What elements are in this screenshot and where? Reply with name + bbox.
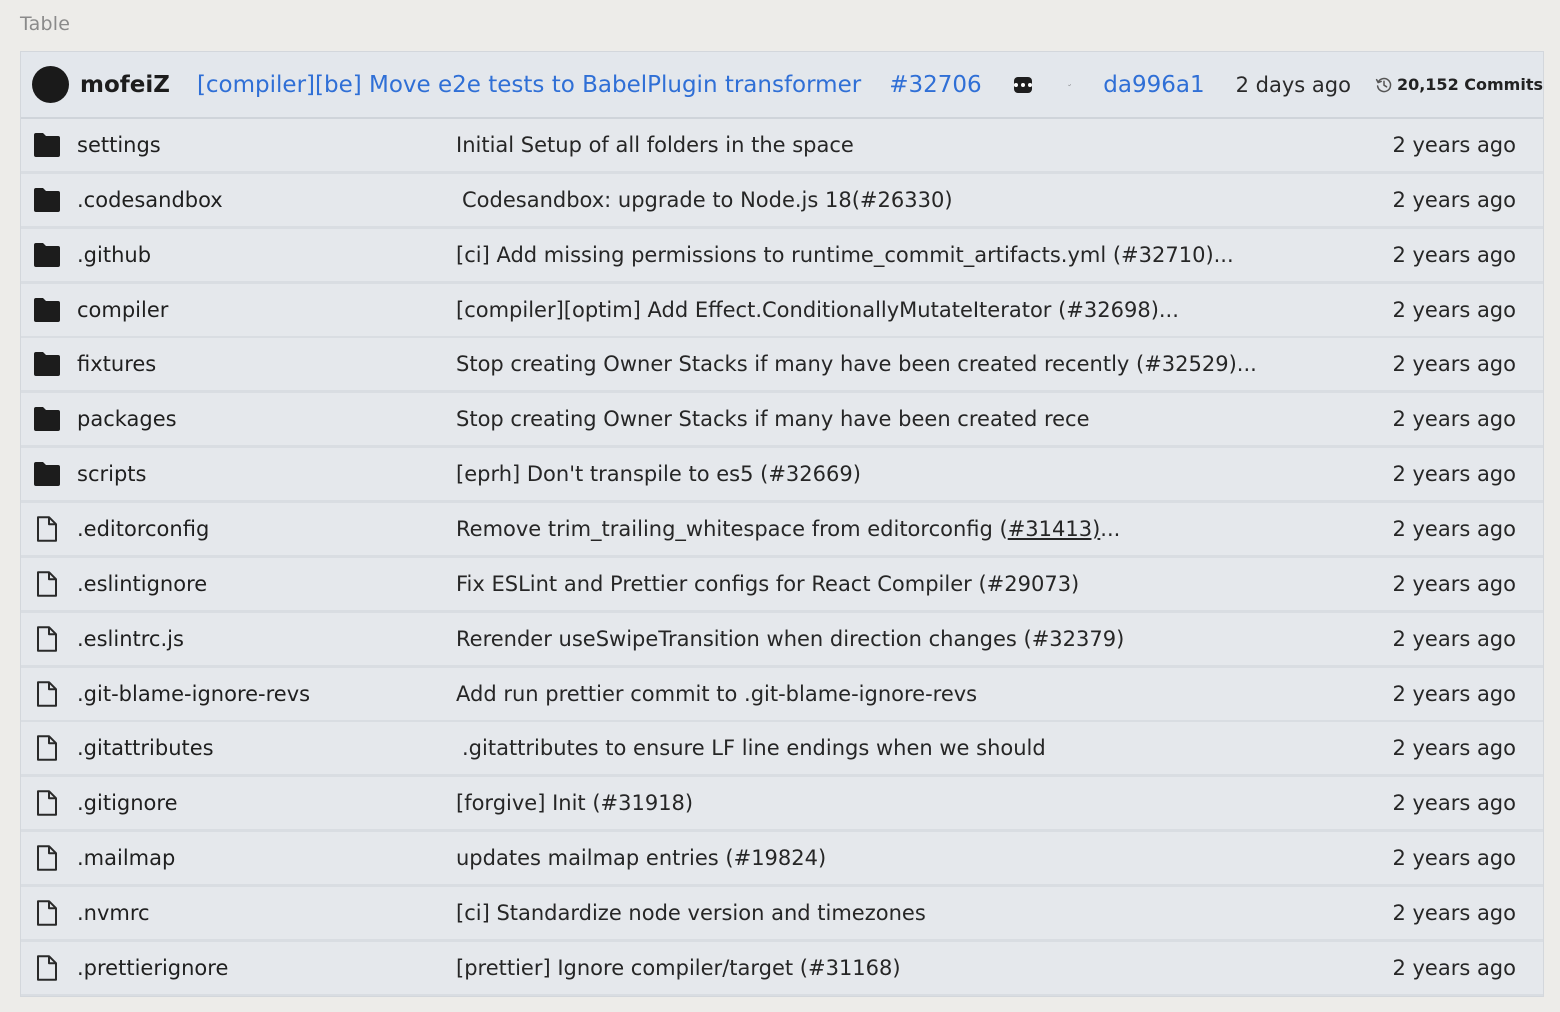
file-icon: [33, 516, 61, 542]
file-name-link[interactable]: .gitattributes: [77, 736, 214, 760]
commit-sha-link[interactable]: da996a1: [1103, 72, 1204, 98]
file-name-link[interactable]: .prettierignore: [77, 956, 228, 980]
file-rows: settings Initial Setup of all folders in …: [21, 119, 1543, 994]
commit-author[interactable]: mofeiZ: [80, 72, 170, 98]
table-row[interactable]: .nvmrc [ci] Standardize node version and …: [21, 887, 1543, 940]
table-row[interactable]: .gitignore [forgive] Init (#31918) 2 years…: [21, 777, 1543, 830]
commit-message-link[interactable]: Stop creating Owner Stacks if many have …: [456, 407, 1090, 431]
file-icon: [33, 900, 61, 926]
folder-icon: [33, 297, 61, 323]
commit-message-link[interactable]: Codesandbox: upgrade to Node.js 18(#2633…: [462, 188, 953, 212]
table-row[interactable]: .editorconfig Remove trim_trailing_whites…: [21, 503, 1543, 556]
file-icon: [33, 625, 61, 652]
commit-age: 2 years ago: [1392, 352, 1516, 377]
more-dots-icon[interactable]: [1013, 76, 1032, 93]
file-name-link[interactable]: .editorconfig: [77, 517, 209, 541]
commit-age: 2 years ago: [1392, 462, 1516, 487]
file-name-link[interactable]: .gitignore: [77, 791, 178, 815]
file-name-link[interactable]: .codesandbox: [77, 188, 223, 212]
commit-message-link[interactable]: [forgive] Init (#31918): [456, 791, 693, 815]
commit-message-link[interactable]: [compiler][optim] Add Effect.Conditional…: [456, 298, 1179, 322]
commit-age: 2 years ago: [1392, 242, 1516, 267]
file-icon: [33, 735, 61, 762]
file-name-link[interactable]: scripts: [77, 462, 146, 486]
commit-age: 2 years ago: [1392, 846, 1516, 871]
commit-message-link[interactable]: Add run prettier commit to .git-blame-ig…: [456, 682, 977, 706]
commit-age: 2 years ago: [1392, 681, 1516, 706]
commit-message-link[interactable]: .gitattributes to ensure LF line endings…: [462, 736, 1046, 760]
latest-commit-message[interactable]: [compiler][be] Move e2e tests to BabelPl…: [197, 72, 861, 98]
file-name-link[interactable]: settings: [77, 133, 161, 157]
folder-icon: [33, 351, 61, 377]
commit-age: 2 years ago: [1392, 791, 1516, 816]
section-label: Table: [20, 13, 71, 35]
table-row[interactable]: scripts [eprh] Don't transpile to es5 (#3…: [21, 448, 1543, 501]
commit-age: 2 years ago: [1392, 297, 1516, 322]
folder-icon: [33, 132, 61, 158]
avatar[interactable]: [32, 66, 69, 103]
file-icon: [33, 571, 61, 597]
latest-commit-header: mofeiZ [compiler][be] Move e2e tests to …: [21, 52, 1543, 119]
commit-age: 2 years ago: [1392, 517, 1516, 542]
table-row[interactable]: .github [ci] Add missing permissions to r…: [21, 228, 1543, 281]
file-name-link[interactable]: packages: [77, 407, 177, 431]
commit-age: 2 years ago: [1392, 407, 1516, 432]
commit-message-link[interactable]: Rerender useSwipeTransition when directi…: [456, 627, 1124, 651]
table-row[interactable]: packages Stop creating Owner Stacks if ma…: [21, 393, 1543, 446]
table-row[interactable]: .eslintrc.js Rerender useSwipeTransition …: [21, 612, 1543, 665]
pull-request-link[interactable]: #32706: [889, 72, 981, 98]
commit-message-text: Remove trim_trailing_whitespace from edi…: [456, 517, 1008, 542]
commits-count: 20,152 Commits: [1396, 75, 1543, 94]
file-name-link[interactable]: .eslintignore: [77, 572, 207, 596]
file-icon: [33, 845, 61, 871]
commit-message-link[interactable]: [prettier] Ignore compiler/target (#3116…: [456, 956, 901, 980]
commit-age: 2 years ago: [1392, 626, 1516, 651]
commit-age: 2 years ago: [1392, 901, 1516, 926]
table-row[interactable]: .eslintignore Fix ESLint and Prettier con…: [21, 557, 1543, 610]
pr-link[interactable]: #31413): [1008, 517, 1101, 541]
history-icon: [1375, 77, 1392, 92]
commits-history-link[interactable]: 20,152 Commits: [1375, 75, 1543, 94]
table-row[interactable]: compiler [compiler][optim] Add Effect.Con…: [21, 283, 1543, 336]
commit-age: 2 years ago: [1392, 955, 1516, 980]
folder-icon: [33, 187, 61, 213]
commit-message-link[interactable]: Stop creating Owner Stacks if many have …: [456, 352, 1257, 376]
file-name-link[interactable]: .mailmap: [77, 846, 175, 870]
folder-icon: [33, 406, 61, 432]
file-name-link[interactable]: fixtures: [77, 352, 156, 376]
commit-message-link[interactable]: Fix ESLint and Prettier configs for Reac…: [456, 572, 1079, 596]
commit-message-link[interactable]: [eprh] Don't transpile to es5 (#32669): [456, 462, 861, 486]
table-row[interactable]: .mailmap updates mailmap entries (#19824)…: [21, 832, 1543, 885]
table-row[interactable]: fixtures Stop creating Owner Stacks if ma…: [21, 338, 1543, 391]
commit-age: 2 years ago: [1392, 133, 1516, 157]
table-row[interactable]: .gitattributes .gitattributes to ensure L…: [21, 722, 1543, 775]
file-name-link[interactable]: .git-blame-ignore-revs: [77, 682, 310, 706]
commit-age: 2 years ago: [1392, 571, 1516, 596]
table-row[interactable]: .prettierignore [prettier] Ignore compile…: [21, 941, 1543, 994]
commit-message-link[interactable]: [ci] Add missing permissions to runtime_…: [456, 243, 1234, 267]
commit-age: 2 years ago: [1392, 736, 1516, 761]
file-table: mofeiZ [compiler][be] Move e2e tests to …: [20, 51, 1544, 997]
commit-message-link[interactable]: updates mailmap entries (#19824): [456, 846, 826, 870]
file-name-link[interactable]: .nvmrc: [77, 901, 150, 925]
ellipsis: ...: [1100, 517, 1121, 542]
file-name-link[interactable]: compiler: [77, 298, 168, 322]
file-icon: [33, 955, 61, 981]
commit-message-link[interactable]: Remove trim_trailing_whitespace from edi…: [456, 517, 1120, 541]
table-row[interactable]: .git-blame-ignore-revs Add run prettier c…: [21, 667, 1543, 720]
folder-icon: [33, 242, 61, 268]
commit-time: 2 days ago: [1235, 72, 1351, 97]
commit-message-link[interactable]: [ci] Standardize node version and timezo…: [456, 901, 926, 925]
commit-age: 2 years ago: [1392, 187, 1516, 212]
file-name-link[interactable]: .github: [77, 243, 151, 267]
commit-message-link[interactable]: Initial Setup of all folders in the spac…: [456, 133, 854, 157]
file-icon: [33, 680, 61, 707]
table-row[interactable]: settings Initial Setup of all folders in …: [21, 119, 1543, 171]
folder-icon: [33, 461, 61, 487]
check-icon[interactable]: [1067, 73, 1072, 97]
file-name-link[interactable]: .eslintrc.js: [77, 627, 184, 651]
table-row[interactable]: .codesandbox Codesandbox: upgrade to Node…: [21, 173, 1543, 226]
file-icon: [33, 790, 61, 817]
